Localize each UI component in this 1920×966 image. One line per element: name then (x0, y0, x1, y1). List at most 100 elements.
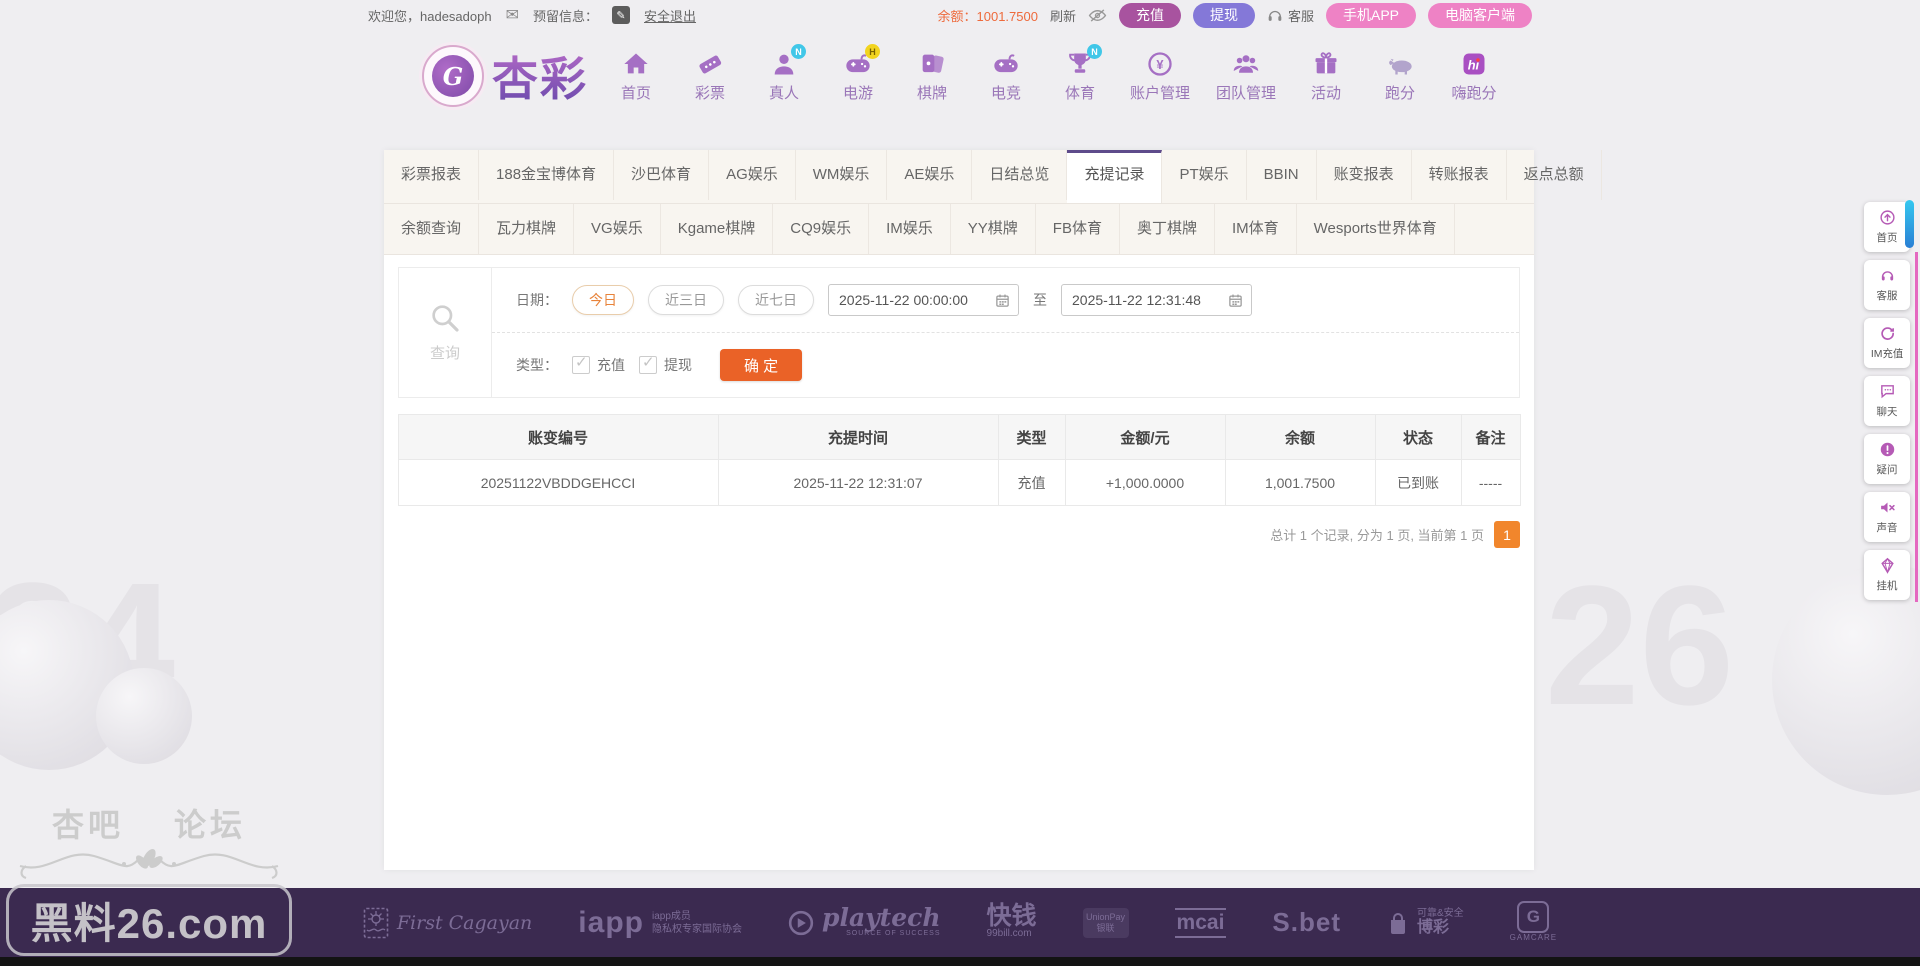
nav-esports[interactable]: 电竞 (982, 49, 1030, 103)
report-tab[interactable]: PT娱乐 (1162, 150, 1247, 200)
nav-account-management[interactable]: ¥ 账户管理 (1130, 49, 1190, 103)
col-type: 类型 (997, 414, 1066, 460)
chat-bubble-icon (1880, 385, 1894, 399)
floating-sidebar: 首页 客服 IM充值 聊天 疑问 声音 挂机 (1864, 202, 1910, 600)
nav-lottery[interactable]: 彩票 (686, 49, 734, 103)
float-item-home[interactable]: 首页 (1864, 202, 1910, 252)
cell-time: 2025-11-22 12:31:07 (717, 459, 999, 506)
query-panel-label: 查询 (399, 268, 492, 397)
edit-pencil-icon[interactable]: ✎ (612, 6, 630, 24)
person-icon: N (769, 44, 806, 79)
recharge-cycle-icon (1880, 327, 1894, 340)
nav-live-casino[interactable]: N 真人 (760, 44, 808, 103)
report-tab[interactable]: Wesports世界体育 (1297, 204, 1455, 254)
calendar-icon[interactable] (1228, 293, 1243, 308)
report-tab[interactable]: VG娱乐 (574, 204, 661, 254)
withdraw-button[interactable]: 提现 (1192, 2, 1255, 28)
nav-slots[interactable]: H 电游 (834, 44, 882, 103)
report-tab[interactable]: 账变报表 (1317, 150, 1412, 200)
report-tab[interactable]: 奥丁棋牌 (1120, 204, 1215, 254)
confirm-button[interactable]: 确 定 (720, 349, 803, 381)
report-tab[interactable]: WM娱乐 (796, 150, 888, 200)
date-range-to-label: 至 (1033, 292, 1047, 308)
date-from-field[interactable] (828, 284, 1019, 316)
report-tab[interactable]: AG娱乐 (709, 150, 796, 200)
date-from-input[interactable] (837, 291, 989, 309)
report-tabs-row1: 彩票报表 188金宝博体育 沙巴体育 AG娱乐 WM娱乐 AE娱乐 日结总览 充… (384, 150, 1602, 204)
calendar-icon[interactable] (995, 293, 1010, 308)
withdraw-checkbox[interactable]: 提现 (639, 353, 692, 375)
footer-logo-iapp: iapp iapp成员 隐私权专家国际协会 (578, 905, 742, 939)
report-tab[interactable]: 转账报表 (1412, 150, 1507, 200)
report-tab[interactable]: 沙巴体育 (614, 150, 710, 200)
float-item-question[interactable]: 疑问 (1864, 434, 1910, 484)
cell-type: 充值 (997, 459, 1066, 506)
type-filter-row: 类型： 充值 提现 确 定 (492, 333, 1519, 397)
report-tab[interactable]: IM娱乐 (869, 204, 951, 254)
brand-logo[interactable]: G 杏彩 (422, 43, 588, 109)
diamond-icon (1880, 557, 1894, 574)
date-to-field[interactable] (1061, 284, 1252, 316)
exclamation-icon (1880, 442, 1894, 457)
report-tab[interactable]: AE娱乐 (887, 150, 973, 200)
eye-off-icon[interactable] (1088, 8, 1107, 23)
nav-paofen[interactable]: 跑分 (1376, 49, 1424, 103)
report-tab[interactable]: IM体育 (1215, 204, 1297, 254)
nav-home[interactable]: 首页 (612, 49, 660, 103)
quick-filter-7days[interactable]: 近七日 (738, 285, 814, 315)
stamp-icon (363, 907, 389, 938)
mobile-app-button[interactable]: 手机APP (1325, 2, 1416, 28)
nav-hi-paofen[interactable]: hi 嗨跑分 (1450, 49, 1498, 103)
float-item-afk[interactable]: 挂机 (1864, 550, 1910, 600)
report-tab[interactable]: 188金宝博体育 (479, 150, 615, 200)
float-item-chat[interactable]: 聊天 (1864, 376, 1910, 426)
report-tab[interactable]: CQ9娱乐 (773, 204, 870, 254)
float-item-sound[interactable]: 声音 (1864, 492, 1910, 542)
mail-icon[interactable]: ✉ (506, 5, 519, 25)
report-tab[interactable]: 余额查询 (384, 204, 480, 254)
logout-link[interactable]: 安全退出 (644, 6, 696, 25)
topbar-right: 余额：1001.7500 刷新 充值 提现 客服 手机APP 电脑客户端 (937, 2, 1532, 28)
nav-team-management[interactable]: 团队管理 (1216, 49, 1276, 103)
report-tab[interactable]: BBIN (1247, 150, 1317, 200)
team-icon (1231, 49, 1261, 79)
report-tab[interactable]: FB体育 (1036, 204, 1120, 254)
report-tab[interactable]: 日结总览 (972, 150, 1068, 200)
gamepad-icon (991, 49, 1021, 79)
cell-status: 已到账 (1374, 459, 1462, 506)
footer-logo-playtech: playtech SOURCE OF SUCCESS (788, 905, 941, 939)
col-status: 状态 (1374, 414, 1462, 460)
quick-filter-today[interactable]: 今日 (572, 285, 634, 315)
site-header: G 杏彩 首页 彩票 N 真人 H 电游 棋牌 电竞 N 体育 ¥ 账户管理 团… (0, 37, 1920, 137)
date-to-input[interactable] (1070, 291, 1222, 309)
report-tabs-row2: 余额查询 瓦力棋牌 VG娱乐 Kgame棋牌 CQ9娱乐 IM娱乐 YY棋牌 F… (384, 204, 1534, 255)
checkbox-checked-icon[interactable] (639, 353, 657, 374)
nav-card-games[interactable]: 棋牌 (908, 49, 956, 103)
checkbox-checked-icon[interactable] (572, 353, 590, 374)
report-tab[interactable]: 返点总额 (1507, 150, 1602, 200)
float-item-im-recharge[interactable]: IM充值 (1864, 318, 1910, 368)
report-tab[interactable]: YY棋牌 (951, 204, 1036, 254)
report-tab[interactable]: 瓦力棋牌 (479, 204, 575, 254)
scrollbar-thumb[interactable] (1905, 200, 1914, 248)
main-navigation: 首页 彩票 N 真人 H 电游 棋牌 电竞 N 体育 ¥ 账户管理 团队管理 活… (612, 44, 1498, 103)
report-tab[interactable]: 彩票报表 (384, 150, 480, 200)
watermark-site-box: 黑料26.com (6, 884, 292, 956)
page-1-button[interactable]: 1 (1494, 521, 1520, 548)
nav-sports[interactable]: N 体育 (1056, 44, 1104, 103)
report-tab[interactable]: Kgame棋牌 (661, 204, 774, 254)
deposit-button[interactable]: 充值 (1118, 2, 1181, 28)
quick-filter-3days[interactable]: 近三日 (648, 285, 724, 315)
brand-emblem-icon: G (422, 45, 484, 107)
refresh-link[interactable]: 刷新 (1050, 6, 1076, 25)
float-item-service[interactable]: 客服 (1864, 260, 1910, 310)
nav-promotions[interactable]: 活动 (1302, 49, 1350, 103)
reserved-info-label: 预留信息： (532, 8, 598, 24)
search-icon (432, 305, 459, 332)
trophy-icon: N (1065, 44, 1102, 79)
deposit-checkbox[interactable]: 充值 (572, 353, 625, 375)
pc-client-button[interactable]: 电脑客户端 (1428, 2, 1532, 28)
customer-service-link[interactable]: 客服 (1267, 6, 1314, 25)
playtech-icon (788, 910, 814, 935)
report-tab-active[interactable]: 充提记录 (1067, 150, 1163, 203)
